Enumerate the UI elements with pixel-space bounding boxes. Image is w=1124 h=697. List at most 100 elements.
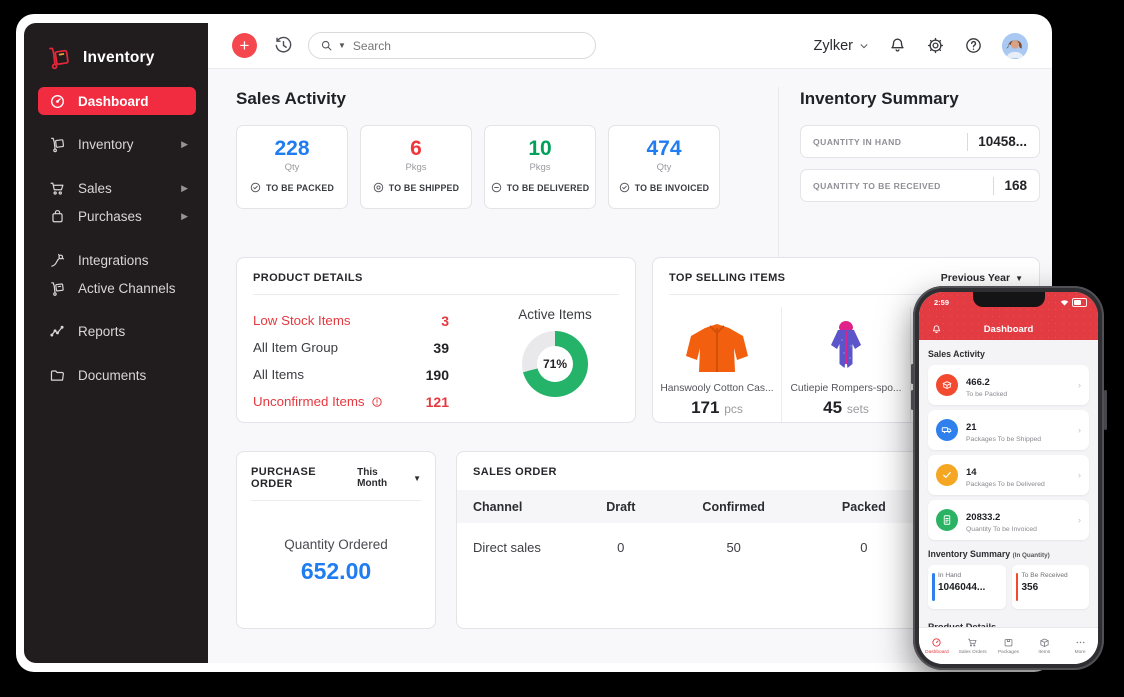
sidebar-item-integrations[interactable]: Integrations [38,246,196,274]
submenu-arrow-icon: ▶ [181,138,188,149]
sidebar-item-label: Dashboard [78,93,149,109]
chevron-down-icon: ▼ [413,473,421,483]
period-dropdown[interactable]: Previous Year ▼ [941,272,1023,284]
settings-gear-icon[interactable] [926,36,945,55]
col-draft: Draft [584,490,658,523]
summary-label: QUANTITY IN HAND [813,136,902,147]
purchase-order-card: PURCHASE ORDER This Month ▼ Quantity Ord… [236,451,436,629]
phone-nav-dashboard[interactable]: Dashboard [919,637,955,655]
sidebar-item-documents[interactable]: Documents [38,361,196,389]
brand: Inventory [46,45,155,71]
stat-value: 6 [410,137,422,160]
sidebar-item-label: Integrations [78,252,149,268]
sidebar-item-inventory[interactable]: Inventory ▶ [38,130,196,158]
summary-quantity-in-hand[interactable]: QUANTITY IN HAND 10458... [800,125,1040,158]
quick-create-button[interactable]: + [232,33,257,58]
period-dropdown[interactable]: This Month ▼ [357,467,421,489]
item-qty: 171 [691,398,720,417]
app-window: Inventory Dashboard Inventory ▶ Sales ▶ … [16,14,1052,672]
box-icon [1040,638,1049,647]
stat-unit: Pkgs [405,162,427,173]
stat-card-to-be-packed[interactable]: 228 Qty TO BE PACKED [236,125,348,209]
sidebar-item-dashboard[interactable]: Dashboard [38,87,196,115]
help-icon[interactable] [964,36,983,55]
sales-activity-title: Sales Activity [236,89,346,108]
phone-nav-more[interactable]: More [1062,637,1098,655]
pd-row-all-item-group[interactable]: All Item Group 39 [253,334,491,361]
status-time: 2:59 [934,298,950,307]
card-title: PURCHASE ORDER [251,466,316,490]
search-bar[interactable]: ▼ [308,32,596,59]
section-divider [778,87,779,265]
top-item-1[interactable]: Hanswooly Cotton Cas... 171 pcs [653,307,782,422]
sidebar-item-reports[interactable]: Reports [38,317,196,345]
sidebar-item-label: Inventory [78,136,134,152]
info-icon [371,396,382,407]
phone-volume-down-button [910,390,914,410]
org-switcher[interactable]: Zylker [814,38,869,54]
chevron-right-icon: › [1078,515,1081,525]
product-details-card: PRODUCT DETAILS Low Stock Items 3 All It… [236,257,636,423]
phone-nav-sales-orders[interactable]: Sales Orders [955,637,991,655]
divider [993,176,995,195]
chevron-down-icon [860,43,868,48]
sidebar-item-sales[interactable]: Sales ▶ [38,174,196,202]
phone-in-hand-card[interactable]: In Hand 1046044... [928,565,1006,609]
folder-icon [49,367,66,384]
sidebar: Inventory Dashboard Inventory ▶ Sales ▶ … [24,23,208,663]
phone-card-to-be-packed[interactable]: 466.2 To be Packed › [928,365,1089,405]
package-icon [942,381,952,389]
metric-label: Quantity Ordered [284,537,388,552]
user-avatar[interactable] [1002,32,1028,59]
col-channel: Channel [457,490,584,523]
chevron-right-icon: › [1078,380,1081,390]
stat-label: TO BE SHIPPED [388,182,460,193]
card-title: PRODUCT DETAILS [253,272,363,284]
stat-card-to-be-invoiced[interactable]: 474 Qty TO BE INVOICED [608,125,720,209]
metric-value: 652.00 [300,558,372,584]
pd-row-all-items[interactable]: All Items 190 [253,361,491,388]
integrations-icon [49,252,66,269]
check-icon [943,472,951,478]
inventory-summary-title: Inventory Summary [800,89,959,108]
phone-header: 2:59 Dashboard [919,292,1098,340]
col-packed: Packed [809,490,918,523]
sidebar-item-purchases[interactable]: Purchases ▶ [38,202,196,230]
cart-icon [968,638,977,647]
phone-nav-packages[interactable]: Packages [991,637,1027,655]
item-qty: 45 [823,398,843,417]
stat-unit: Qty [284,162,300,173]
chevron-right-icon: › [1078,425,1081,435]
phone-card-to-be-delivered[interactable]: 14 Packages To be Delivered › [928,455,1089,495]
search-scope-caret-icon[interactable]: ▼ [338,41,346,50]
topbar: + ▼ Zylker [208,23,1052,69]
reports-chart-icon [49,323,66,340]
top-item-2[interactable]: Cutiepie Rompers-spo... 45 sets [782,307,911,422]
search-input[interactable] [350,37,584,54]
phone-mockup: 2:59 Dashboard Sales Activity 466.2 To b… [910,286,1107,670]
summary-value: 168 [1004,178,1027,193]
phone-inventory-summary-title: Inventory Summary (In Quantity) [928,549,1050,559]
phone-to-be-received-card[interactable]: To Be Received 356 [1011,565,1089,609]
phone-card-to-be-invoiced[interactable]: 20833.2 Quantity To be Invoiced › [928,500,1089,540]
summary-quantity-to-be-received[interactable]: QUANTITY TO BE RECEIVED 168 [800,169,1040,202]
card-title: TOP SELLING ITEMS [669,272,786,284]
divider [967,132,969,151]
notifications-bell-icon[interactable] [888,36,907,55]
dashboard-gauge-icon [49,93,66,110]
sidebar-item-active-channels[interactable]: Active Channels [38,274,196,302]
item-name: Cutiepie Rompers-spo... [790,383,902,394]
stat-unit: Qty [656,162,672,173]
pd-row-low-stock[interactable]: Low Stock Items 3 [253,307,491,334]
phone-nav-items[interactable]: Items [1026,637,1062,655]
pd-row-unconfirmed-items[interactable]: Unconfirmed Items 121 [253,388,491,415]
item-name: Hanswooly Cotton Cas... [660,383,774,394]
history-icon[interactable] [273,35,294,56]
inventory-dolly-icon [49,136,66,153]
phone-page-title: Dashboard [983,323,1034,335]
phone-sales-activity-title: Sales Activity [928,349,985,359]
stat-card-to-be-shipped[interactable]: 6 Pkgs TO BE SHIPPED [360,125,472,209]
phone-card-to-be-shipped[interactable]: 21 Packages To be Shipped › [928,410,1089,450]
stat-card-to-be-delivered[interactable]: 10 Pkgs TO BE DELIVERED [484,125,596,209]
phone-notch [972,292,1045,307]
